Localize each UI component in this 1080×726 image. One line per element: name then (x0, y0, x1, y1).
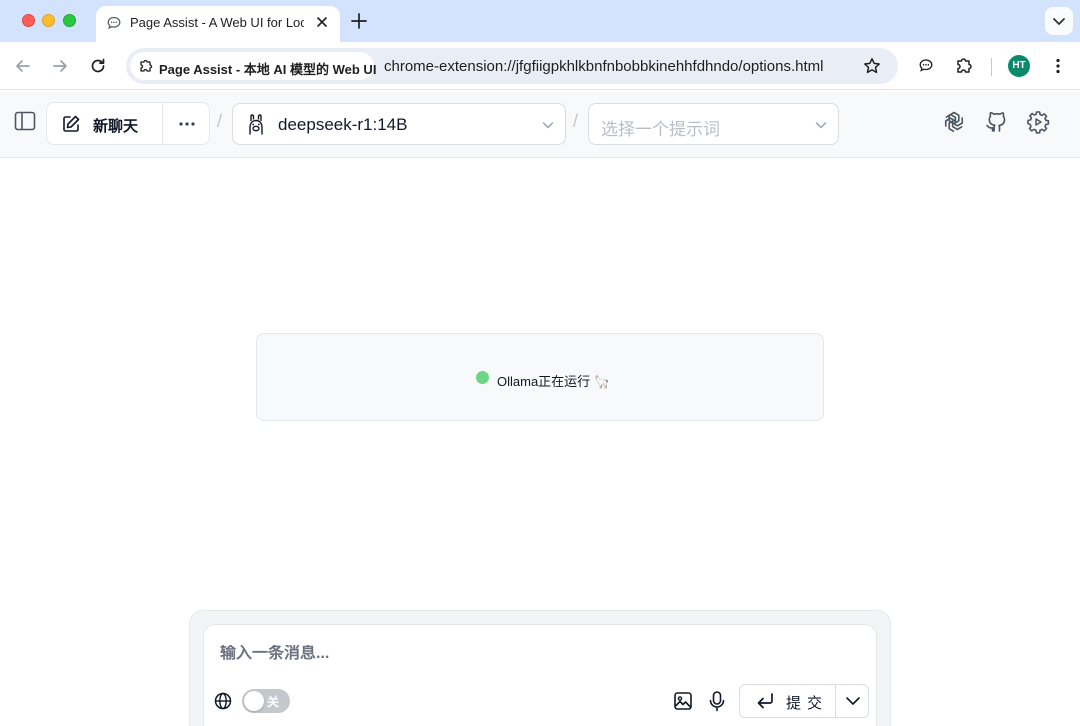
status-dot (476, 371, 489, 384)
enter-key-icon (757, 693, 773, 709)
composer-container: 关 提交 (189, 610, 891, 726)
extension-puzzle-icon (140, 59, 153, 72)
settings-icon[interactable] (1025, 109, 1051, 135)
new-tab-plus-icon[interactable] (350, 12, 368, 30)
site-info-label: Page Assist - 本地 AI 模型的 Web UI (159, 62, 377, 77)
prompt-select[interactable]: 选择一个提示词 (588, 103, 839, 145)
site-info-chip[interactable]: Page Assist - 本地 AI 模型的 Web UI (130, 52, 377, 80)
window-zoom-button[interactable] (63, 14, 76, 27)
breadcrumb-separator: / (573, 111, 579, 131)
more-horizontal-icon (179, 122, 195, 126)
chevron-down-icon (542, 122, 554, 129)
bookmark-star-icon[interactable] (862, 56, 882, 76)
status-text: Ollama正在运行 🦙 (497, 374, 610, 389)
selected-model: deepseek-r1:14B (278, 115, 408, 134)
new-chat-button[interactable]: 新聊天 (47, 103, 163, 144)
composer: 关 提交 (203, 624, 877, 726)
new-chat-group: 新聊天 (46, 102, 210, 145)
new-chat-label: 新聊天 (93, 118, 139, 135)
github-icon[interactable] (983, 109, 1009, 135)
url-text[interactable]: chrome-extension://jfgfiigpkhlkbnfnbobbk… (384, 58, 823, 75)
sidebar-icon[interactable] (13, 109, 37, 133)
omnibox[interactable]: Page Assist - 本地 AI 模型的 Web UI chrome-ex… (126, 48, 898, 84)
chevron-down-icon (815, 122, 827, 129)
submit-group: 提交 (739, 684, 869, 718)
browser-tab-strip: Page Assist - A Web UI for Local AI Mode… (0, 0, 1080, 42)
page-assist-extension-icon[interactable] (916, 56, 936, 76)
chevron-down-icon (846, 697, 860, 705)
more-vertical-icon[interactable] (1048, 56, 1068, 76)
llama-icon (249, 114, 263, 135)
image-upload-icon[interactable] (672, 690, 694, 712)
ollama-status-card: Ollama正在运行 🦙 (256, 333, 824, 421)
tab-search-button[interactable] (1045, 7, 1073, 35)
more-options-button[interactable] (164, 103, 210, 144)
toggle-knob (244, 691, 264, 711)
toolbar-separator (991, 58, 992, 76)
extensions-puzzle-icon[interactable] (954, 56, 974, 76)
window-close-button[interactable] (22, 14, 35, 27)
microphone-icon[interactable] (706, 689, 728, 713)
submit-label: 提交 (786, 695, 829, 712)
submit-button[interactable]: 提交 (740, 685, 836, 717)
prompt-placeholder: 选择一个提示词 (601, 120, 720, 139)
submit-options-button[interactable] (837, 685, 869, 717)
tab-title: Page Assist - A Web UI for Local AI Mode… (130, 15, 304, 30)
close-icon[interactable] (314, 14, 330, 30)
browser-toolbar: Page Assist - 本地 AI 模型的 Web UI chrome-ex… (0, 42, 1080, 90)
reload-icon[interactable] (88, 56, 108, 76)
toggle-label: 关 (267, 695, 280, 709)
breadcrumb-separator: / (217, 111, 223, 131)
message-input[interactable] (220, 645, 840, 663)
web-search-toggle[interactable]: 关 (242, 689, 290, 713)
forward-arrow-icon[interactable] (50, 56, 70, 76)
app-header: 新聊天 / deepseek-r1:14B / 选择一个提示词 (0, 91, 1080, 158)
profile-avatar[interactable]: HT (1008, 55, 1030, 77)
chevron-down-icon (1053, 18, 1065, 25)
edit-icon (63, 115, 80, 132)
globe-icon (214, 692, 232, 710)
chat-bubble-icon (107, 16, 121, 30)
model-select[interactable]: deepseek-r1:14B (232, 103, 566, 145)
openai-icon[interactable] (941, 109, 967, 135)
window-minimize-button[interactable] (42, 14, 55, 27)
back-arrow-icon[interactable] (13, 56, 33, 76)
browser-tab[interactable]: Page Assist - A Web UI for Local AI Mode… (96, 6, 340, 42)
